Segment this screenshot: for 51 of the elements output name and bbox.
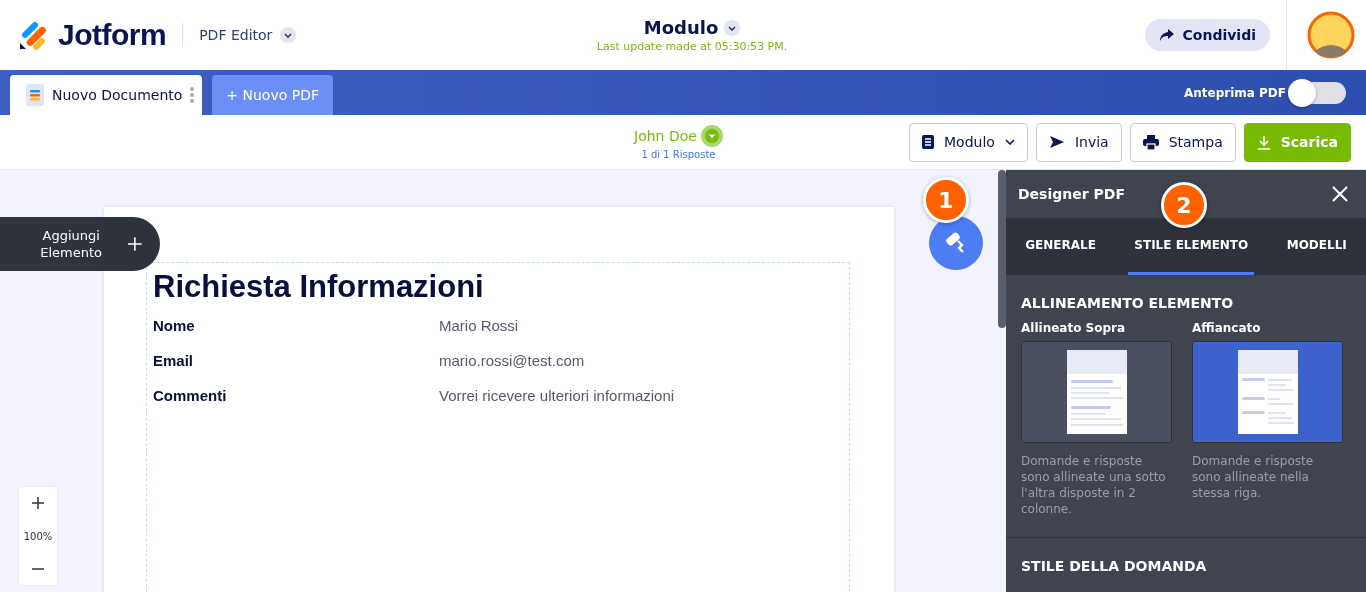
print-button[interactable]: Stampa — [1129, 122, 1236, 162]
last-update-text: Last update made at 05:30:53 PM. — [596, 40, 788, 53]
product-switcher[interactable]: PDF Editor — [199, 27, 273, 43]
field-value: Vorrei ricevere ulteriori informazioni — [439, 387, 675, 404]
send-button[interactable]: Invia — [1035, 122, 1122, 162]
scrollbar[interactable] — [998, 170, 1006, 328]
zoom-in-icon[interactable] — [32, 497, 44, 509]
step-badge: 1 — [923, 177, 969, 223]
preview-toggle[interactable] — [1290, 81, 1346, 104]
layout-option[interactable] — [1192, 341, 1343, 443]
field-label: Nome — [153, 317, 196, 334]
option-description: Domande e risposte sono allineate nella stessa riga. — [1192, 453, 1315, 501]
chevron-icon[interactable] — [280, 27, 297, 43]
preview-label: Anteprima PDF — [1183, 85, 1286, 100]
close-icon[interactable] — [1332, 186, 1348, 202]
step-badge: 2 — [1161, 182, 1207, 228]
panel-tab[interactable]: MODELLI — [1280, 218, 1353, 275]
option-label: Allineato Sopra — [1021, 321, 1127, 335]
designer-button[interactable] — [929, 216, 983, 270]
option-description: Domande e risposte sono allineate una sotto l'altra disposte in 2 colonne. — [1021, 453, 1167, 517]
field-label: Commenti — [153, 387, 228, 404]
panel-tab[interactable]: GENERALE — [1019, 218, 1102, 275]
option-label: Affiancato — [1192, 321, 1262, 335]
send-icon — [1048, 135, 1065, 149]
field-label: Email — [153, 352, 195, 369]
form-dropdown[interactable]: Modulo — [909, 122, 1028, 162]
share-icon — [1158, 28, 1175, 42]
document-title: Richiesta Informazioni — [153, 269, 485, 305]
form-icon — [922, 135, 935, 149]
logo-text: Jotform — [58, 18, 167, 52]
avatar[interactable] — [1307, 11, 1355, 59]
add-element-button[interactable]: Aggiungi Elemento — [0, 217, 160, 271]
caret-icon — [1004, 139, 1015, 145]
chevron-icon[interactable] — [724, 19, 741, 36]
document-tab[interactable]: Nuovo Documento — [10, 75, 203, 115]
layout-preview-icon — [1237, 350, 1298, 434]
field-value: mario.rossi@test.com — [439, 352, 585, 369]
download-icon — [1256, 134, 1271, 150]
share-button[interactable]: Condividi — [1144, 19, 1270, 51]
layout-preview-icon — [1066, 350, 1127, 434]
form-title[interactable]: Modulo — [643, 17, 719, 38]
response-count: 1 di 1 Risposte — [641, 148, 716, 160]
field-value: Mario Rossi — [439, 317, 519, 334]
printer-icon — [1142, 134, 1159, 150]
document-icon — [26, 84, 44, 106]
plus-icon — [128, 237, 142, 251]
section-heading: STILE DELLA DOMANDA — [1006, 537, 1366, 574]
layout-option[interactable] — [1021, 341, 1172, 443]
section-heading: ALLINEAMENTO ELEMENTO — [1021, 295, 1235, 311]
zoom-level: 100% — [23, 530, 53, 542]
panel-title: Designer PDF — [1018, 186, 1125, 202]
